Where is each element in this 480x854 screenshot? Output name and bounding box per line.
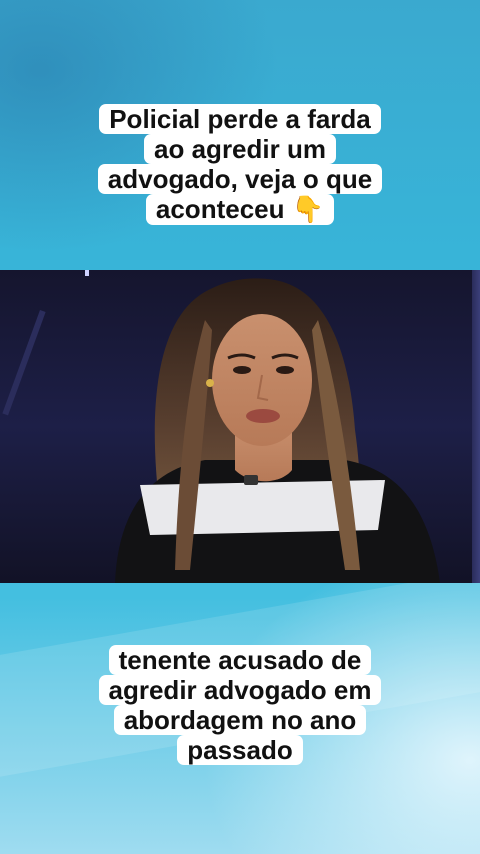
bottom-caption: tenente acusado de agredir advogado em a… [0,645,480,765]
video-frame[interactable] [0,270,480,583]
pointing-down-icon: 👇 [291,195,325,225]
top-caption-line-2: ao agredir um [144,134,336,164]
top-caption: Policial perde a farda ao agredir um adv… [0,104,480,225]
top-caption-line-4: aconteceu 👇 [145,194,335,225]
bottom-caption-line-1: tenente acusado de [108,645,372,675]
bottom-caption-line-2: agredir advogado em [98,675,382,705]
top-caption-line-4-text: aconteceu [155,194,285,224]
video-frame-edge [472,270,480,583]
top-caption-line-3: advogado, veja o que [97,164,383,194]
bottom-caption-line-4: passado [177,735,303,765]
bottom-caption-line-3: abordagem no ano [113,705,367,735]
top-caption-line-1: Policial perde a farda [99,104,381,134]
news-anchor-image [2,270,440,583]
